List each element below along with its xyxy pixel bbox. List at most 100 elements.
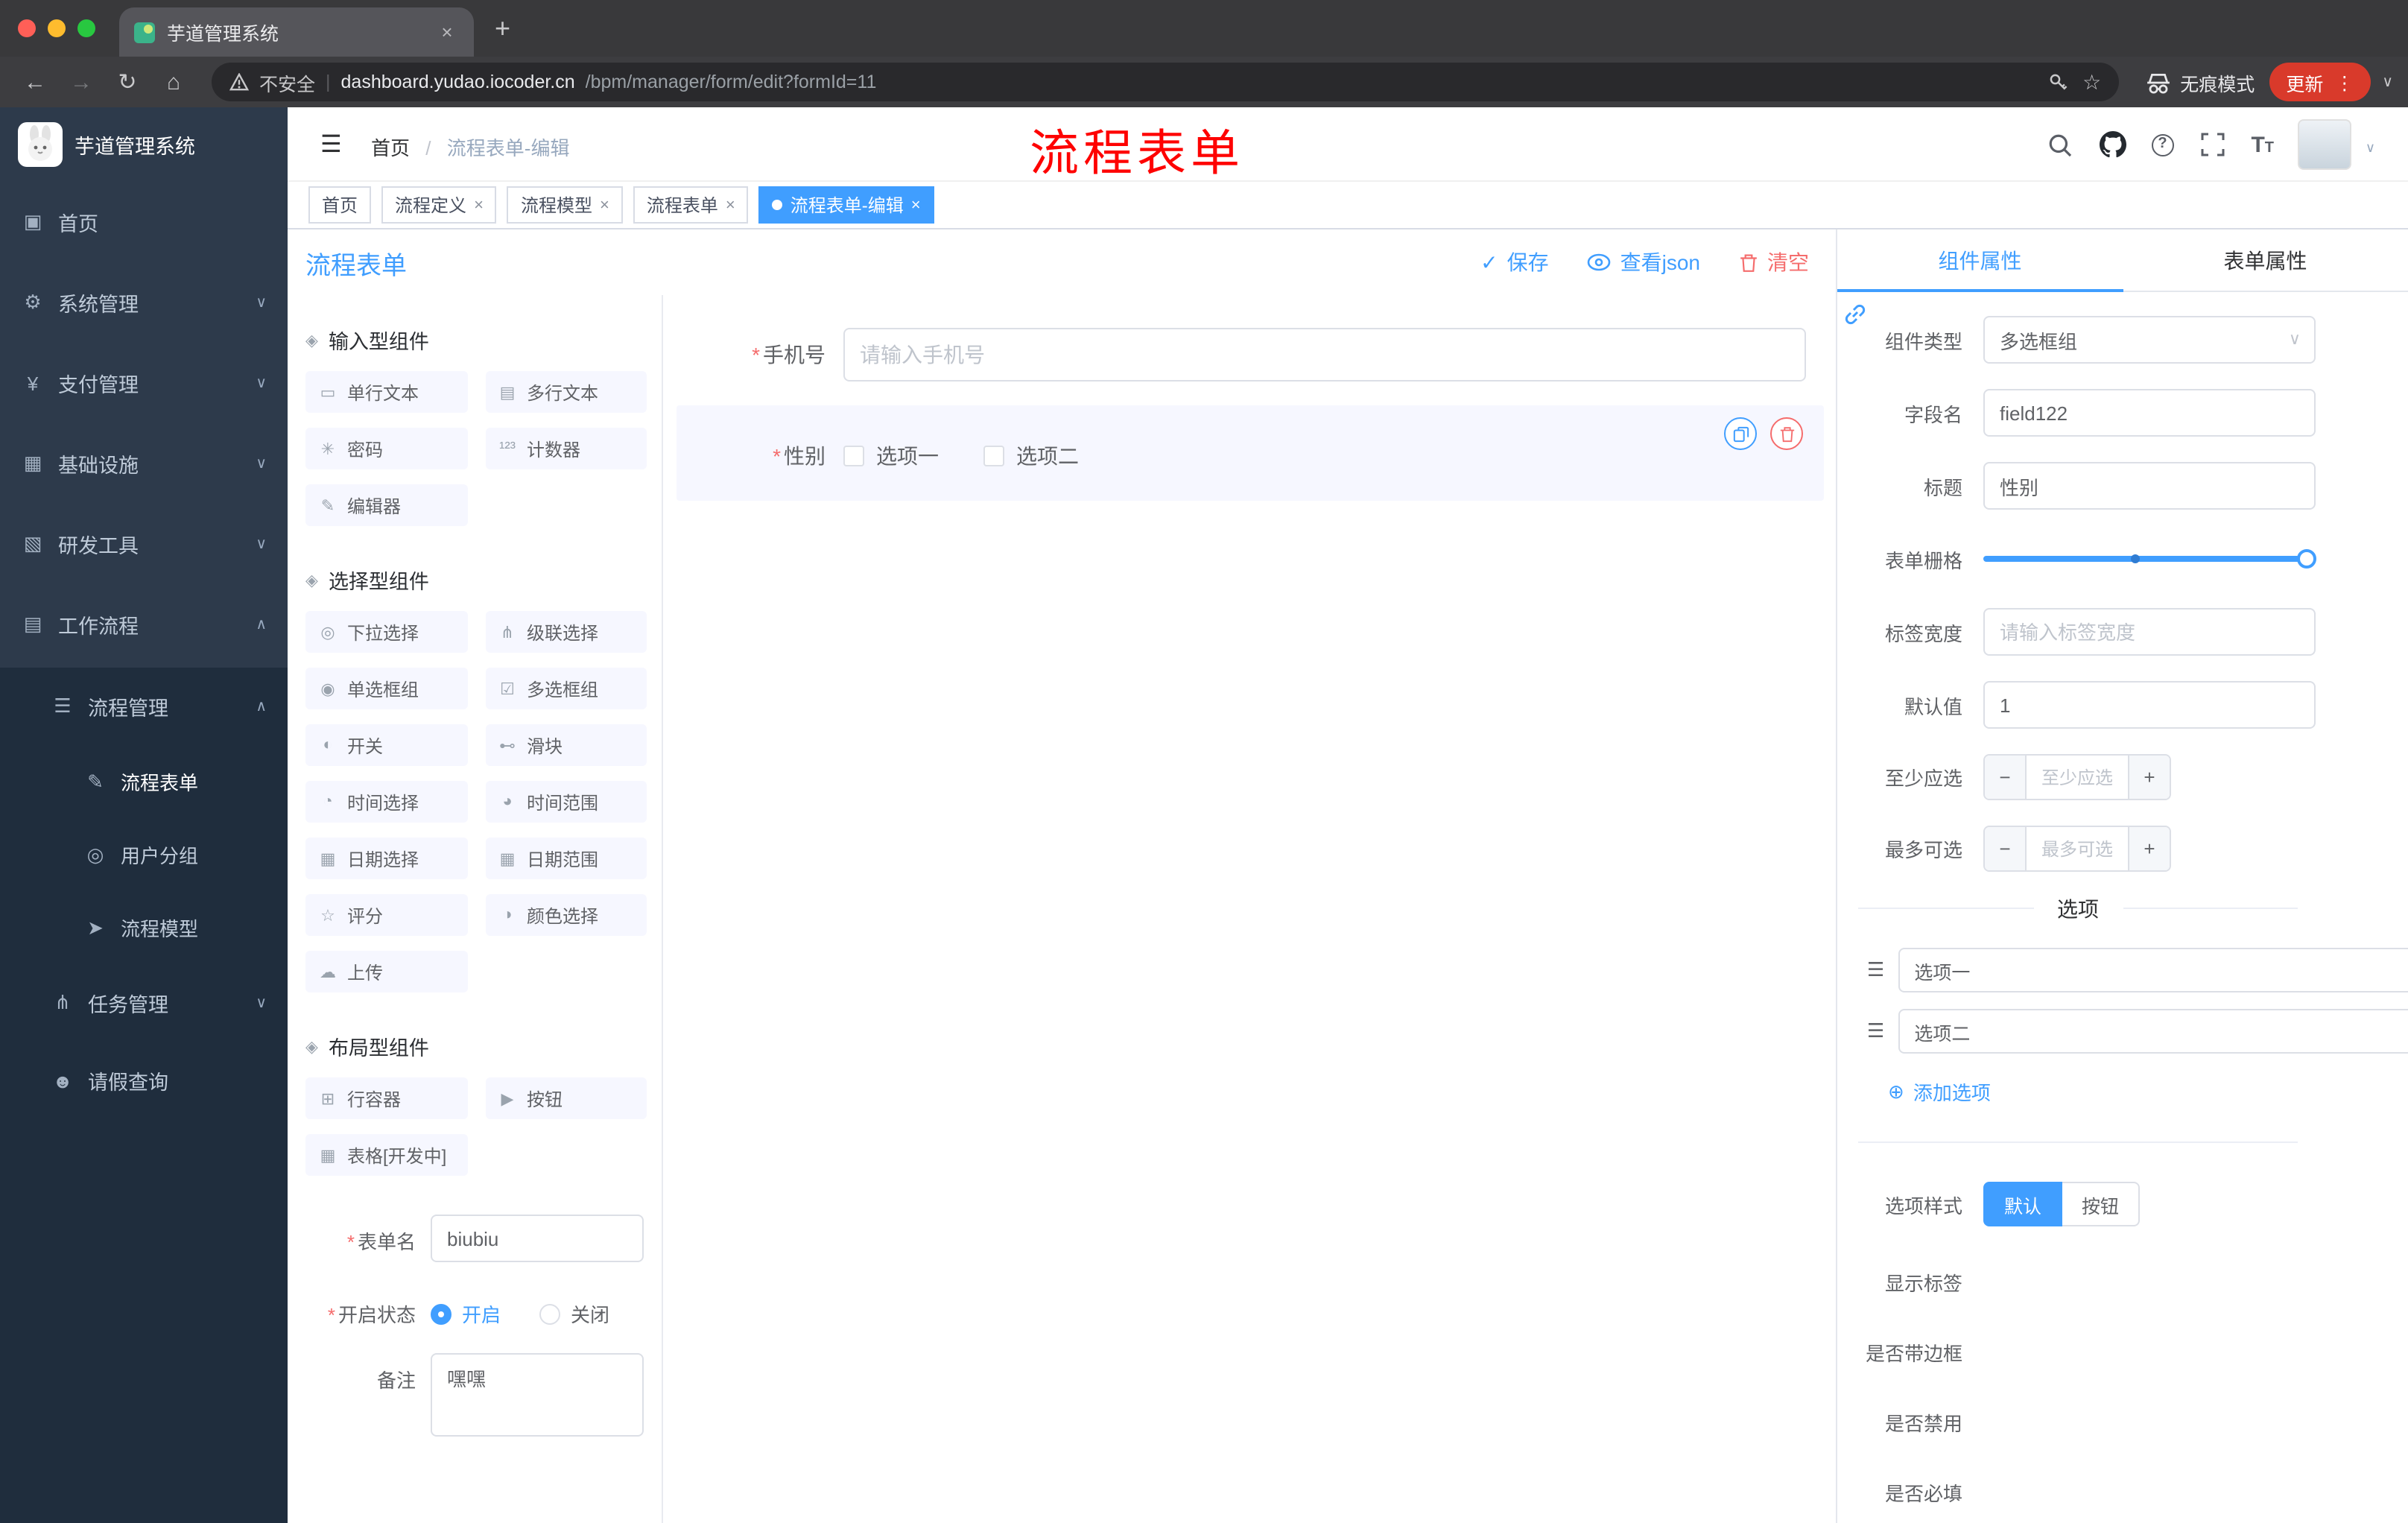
stepper-minus-button[interactable]: − — [1985, 827, 2027, 870]
close-window-button[interactable] — [18, 19, 36, 37]
sidebar-item-infra[interactable]: ▦ 基础设施 ∨ — [0, 423, 288, 504]
tab-close-icon[interactable]: × — [435, 21, 459, 43]
font-size-icon[interactable]: TT — [2251, 132, 2274, 157]
bookmark-star-icon[interactable]: ☆ — [2082, 69, 2101, 95]
palette-item[interactable]: ¹²³ 计数器 — [485, 428, 647, 469]
component-type-select[interactable]: ∨ — [1983, 316, 2316, 364]
palette-item[interactable]: ▦ 表格[开发中] — [305, 1134, 467, 1176]
add-option-button[interactable]: ⊕ 添加选项 — [1849, 1077, 2316, 1106]
palette-item[interactable]: ✎ 编辑器 — [305, 484, 467, 526]
field-name-input[interactable] — [1983, 389, 2316, 437]
sidebar-item-task-mgmt[interactable]: ⋔ 任务管理 ∨ — [0, 964, 288, 1042]
password-key-icon[interactable] — [2047, 72, 2068, 92]
reload-button[interactable]: ↻ — [107, 69, 148, 95]
checkbox-option-1[interactable]: 选项一 — [843, 441, 939, 471]
back-button[interactable]: ← — [15, 69, 55, 95]
sidebar-item-process-form[interactable]: ✎ 流程表单 — [0, 745, 288, 818]
palette-item[interactable]: ◉ 单选框组 — [305, 668, 467, 709]
max-select-input[interactable] — [2027, 827, 2128, 870]
page-tag[interactable]: 流程表单-编辑 × — [758, 186, 934, 224]
page-tag[interactable]: 流程表单 × — [633, 186, 749, 224]
option-label-input[interactable] — [1898, 948, 2408, 992]
stepper-plus-button[interactable]: + — [2128, 827, 2170, 870]
grid-slider[interactable] — [1983, 549, 2316, 569]
form-name-input[interactable] — [431, 1215, 644, 1262]
checkbox-option-2[interactable]: 选项二 — [983, 441, 1079, 471]
more-icon[interactable]: ⋮ — [2335, 71, 2354, 93]
fullscreen-icon[interactable] — [2199, 131, 2225, 158]
palette-item[interactable]: ▶ 按钮 — [485, 1077, 647, 1119]
clear-button[interactable]: 清空 — [1739, 247, 1809, 277]
palette-item[interactable]: ⊞ 行容器 — [305, 1077, 467, 1119]
palette-item[interactable]: ⊷ 滑块 — [485, 724, 647, 766]
tab-form-props[interactable]: 表单属性 — [2123, 229, 2408, 291]
minimize-window-button[interactable] — [48, 19, 66, 37]
home-button[interactable]: ⌂ — [153, 69, 194, 95]
option-label-input[interactable] — [1898, 1009, 2408, 1054]
browser-menu-caret-icon[interactable]: ∨ — [2382, 74, 2393, 90]
stepper-minus-button[interactable]: − — [1985, 756, 2027, 799]
browser-tab[interactable]: 芋道管理系统 × — [119, 7, 474, 57]
label-width-input[interactable] — [1983, 608, 2316, 656]
style-button-button[interactable]: 按钮 — [2062, 1182, 2141, 1226]
status-radio-off[interactable]: 关闭 — [539, 1299, 609, 1328]
palette-item[interactable]: ◔ 时间选择 — [305, 781, 467, 823]
remark-textarea[interactable]: 嘿嘿 — [431, 1353, 644, 1437]
default-value-input[interactable] — [1983, 681, 2316, 729]
view-json-button[interactable]: 查看json — [1588, 247, 1700, 277]
avatar-caret-icon[interactable]: ∨ — [2366, 140, 2375, 156]
zoom-window-button[interactable] — [77, 19, 95, 37]
tag-close-icon[interactable]: × — [726, 196, 735, 214]
phone-input[interactable] — [843, 328, 1806, 381]
search-icon[interactable] — [2047, 131, 2073, 158]
style-default-button[interactable]: 默认 — [1983, 1182, 2063, 1226]
palette-item[interactable]: ▤ 多行文本 — [485, 371, 647, 413]
delete-field-button[interactable] — [1770, 417, 1803, 450]
palette-item[interactable]: ◎ 下拉选择 — [305, 611, 467, 653]
copy-field-button[interactable] — [1724, 417, 1757, 450]
stepper-plus-button[interactable]: + — [2128, 756, 2170, 799]
palette-item[interactable]: ⋔ 级联选择 — [485, 611, 647, 653]
title-input[interactable] — [1983, 462, 2316, 510]
canvas-field-phone[interactable]: * 手机号 — [677, 316, 1824, 393]
tab-component-props[interactable]: 组件属性 — [1837, 229, 2123, 291]
palette-item[interactable]: ◑ 颜色选择 — [485, 894, 647, 936]
update-button[interactable]: 更新 ⋮ — [2269, 63, 2371, 101]
palette-item[interactable]: ☆ 评分 — [305, 894, 467, 936]
canvas-field-gender[interactable]: * 性别 选项一 选项二 — [677, 405, 1824, 501]
sidebar-item-process-model[interactable]: ➤ 流程模型 — [0, 891, 288, 964]
drag-handle-icon[interactable]: ☰ — [1867, 958, 1884, 982]
page-tag[interactable]: 流程模型 × — [507, 186, 623, 224]
palette-item[interactable]: ◕ 时间范围 — [485, 781, 647, 823]
palette-item[interactable]: ☁ 上传 — [305, 951, 467, 992]
palette-item[interactable]: ▦ 日期选择 — [305, 838, 467, 879]
sidebar-item-devtools[interactable]: ▧ 研发工具 ∨ — [0, 504, 288, 584]
tag-close-icon[interactable]: × — [911, 196, 921, 214]
save-button[interactable]: ✓ 保存 — [1480, 247, 1548, 277]
sidebar-item-leave-query[interactable]: ☻ 请假查询 — [0, 1042, 288, 1119]
min-select-input[interactable] — [2027, 756, 2128, 799]
page-tag[interactable]: 流程定义 × — [381, 186, 497, 224]
help-icon[interactable]: ? — [2151, 133, 2174, 156]
forward-button[interactable]: → — [61, 69, 101, 95]
tag-close-icon[interactable]: × — [474, 196, 484, 214]
palette-item[interactable]: ▭ 单行文本 — [305, 371, 467, 413]
sidebar-item-payment[interactable]: ¥ 支付管理 ∨ — [0, 343, 288, 423]
github-icon[interactable] — [2099, 131, 2126, 158]
address-bar[interactable]: 不安全 | dashboard.yudao.iocoder.cn/bpm/man… — [212, 63, 2120, 101]
user-avatar[interactable] — [2298, 119, 2351, 170]
collapse-menu-icon[interactable]: ☰ — [320, 130, 342, 159]
drag-handle-icon[interactable]: ☰ — [1867, 1019, 1884, 1043]
status-radio-on[interactable]: 开启 — [431, 1299, 501, 1328]
palette-item[interactable]: ☑ 多选框组 — [485, 668, 647, 709]
palette-item[interactable]: ✳ 密码 — [305, 428, 467, 469]
sidebar-item-system[interactable]: ⚙ 系统管理 ∨ — [0, 262, 288, 343]
palette-item[interactable]: ◐ 开关 — [305, 724, 467, 766]
slider-knob[interactable] — [2297, 549, 2316, 569]
sidebar-item-home[interactable]: ▣ 首页 — [0, 182, 288, 262]
new-tab-button[interactable]: + — [495, 13, 510, 44]
security-label[interactable]: 不安全 — [259, 68, 315, 96]
page-tag[interactable]: 首页 — [308, 186, 372, 224]
tag-close-icon[interactable]: × — [600, 196, 609, 214]
breadcrumb-home[interactable]: 首页 — [371, 137, 410, 159]
